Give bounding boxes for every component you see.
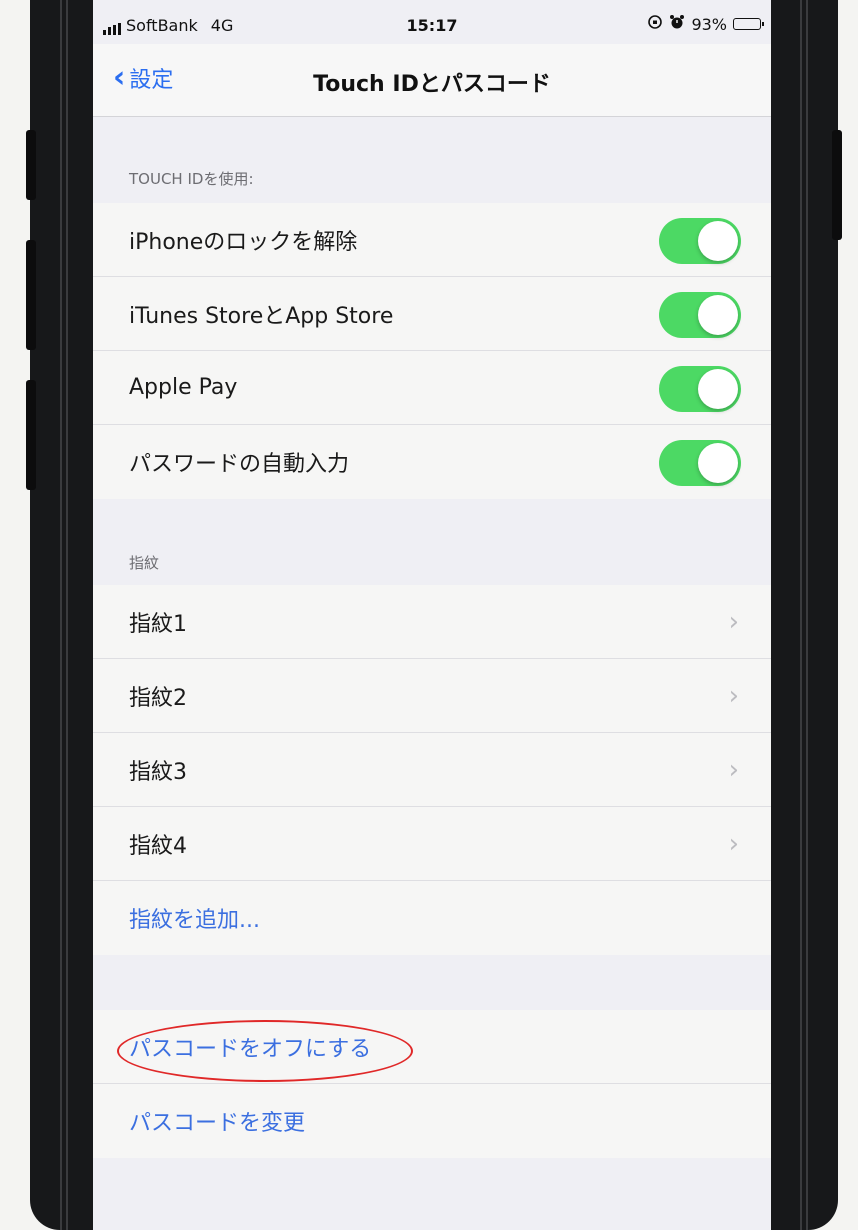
chevron-right-icon: › xyxy=(728,607,739,637)
navigation-bar: ‹ 設定 Touch IDとパスコード xyxy=(93,44,771,117)
turn-off-passcode-button[interactable]: パスコードをオフにする xyxy=(93,1010,771,1084)
power-button xyxy=(832,130,842,240)
itunes-app-store-toggle[interactable] xyxy=(659,292,741,338)
fingerprint-group: 指紋1 › 指紋2 › 指紋3 › 指紋4 › 指紋を追加... xyxy=(93,585,771,955)
touch-id-row-apple-pay: Apple Pay xyxy=(93,351,771,425)
battery-percentage: 93% xyxy=(691,14,727,34)
volume-up-button xyxy=(26,240,36,350)
alarm-icon xyxy=(669,14,685,34)
fingerprint-label: 指紋3 xyxy=(129,759,187,785)
chevron-right-icon: › xyxy=(728,829,739,859)
apple-pay-toggle[interactable] xyxy=(659,366,741,412)
toggle-knob xyxy=(698,443,738,483)
add-fingerprint-label: 指紋を追加... xyxy=(129,908,260,933)
fingerprint-section-header: 指紋 xyxy=(129,554,160,572)
frame-rail-right-inner xyxy=(800,0,802,1230)
turn-off-passcode-label: パスコードをオフにする xyxy=(129,1036,372,1062)
add-fingerprint-button[interactable]: 指紋を追加... xyxy=(93,881,771,955)
frame-rail-left-inner xyxy=(66,0,68,1230)
fingerprint-label: 指紋1 xyxy=(129,611,187,637)
passcode-group: パスコードをオフにする パスコードを変更 xyxy=(93,1010,771,1158)
fingerprint-row-3[interactable]: 指紋3 › xyxy=(93,733,771,807)
screen: SoftBank 4G 15:17 93% ‹ 設定 Touch IDとパスコー… xyxy=(93,0,771,1230)
touch-id-row-unlock: iPhoneのロックを解除 xyxy=(93,203,771,277)
frame-rail-right xyxy=(806,0,808,1230)
orientation-lock-icon xyxy=(647,14,663,34)
volume-down-button xyxy=(26,380,36,490)
toggle-knob xyxy=(698,369,738,409)
chevron-right-icon: › xyxy=(728,755,739,785)
frame-rail-left xyxy=(60,0,62,1230)
battery-icon xyxy=(733,18,764,30)
mute-switch xyxy=(26,130,36,200)
fingerprint-row-4[interactable]: 指紋4 › xyxy=(93,807,771,881)
toggle-knob xyxy=(698,221,738,261)
fingerprint-row-1[interactable]: 指紋1 › xyxy=(93,585,771,659)
touch-id-section-header: TOUCH IDを使用: xyxy=(129,170,254,188)
fingerprint-label: 指紋2 xyxy=(129,685,187,711)
touch-id-group: iPhoneのロックを解除 iTunes StoreとApp Store App… xyxy=(93,203,771,499)
status-bar: SoftBank 4G 15:17 93% xyxy=(93,0,771,44)
change-passcode-button[interactable]: パスコードを変更 xyxy=(93,1084,771,1158)
status-right: 93% xyxy=(647,14,764,34)
touch-id-row-autofill: パスワードの自動入力 xyxy=(93,425,771,499)
change-passcode-label: パスコードを変更 xyxy=(129,1111,306,1136)
password-autofill-toggle[interactable] xyxy=(659,440,741,486)
toggle-knob xyxy=(698,295,738,335)
page-title: Touch IDとパスコード xyxy=(313,72,551,97)
fingerprint-label: 指紋4 xyxy=(129,833,187,859)
chevron-right-icon: › xyxy=(728,681,739,711)
unlock-iphone-toggle[interactable] xyxy=(659,218,741,264)
touch-id-row-itunes: iTunes StoreとApp Store xyxy=(93,277,771,351)
fingerprint-row-2[interactable]: 指紋2 › xyxy=(93,659,771,733)
